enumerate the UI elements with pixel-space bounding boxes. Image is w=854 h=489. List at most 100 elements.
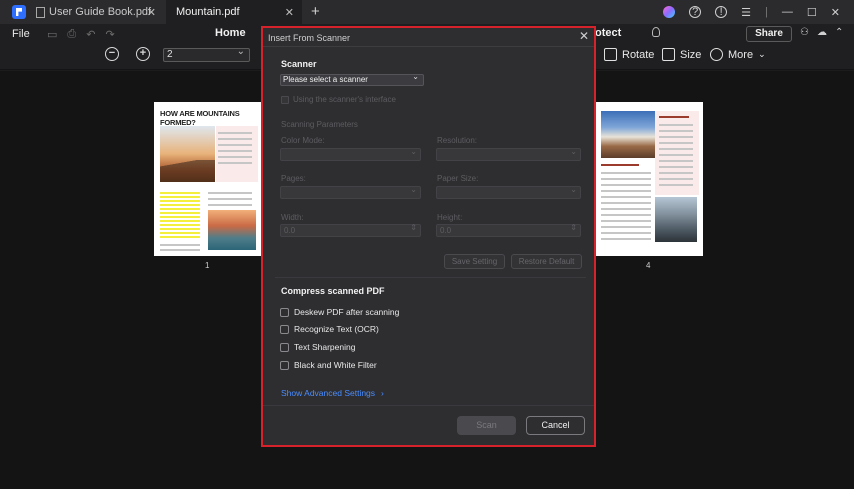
share-button[interactable]: Share bbox=[746, 26, 792, 42]
document-icon bbox=[36, 6, 45, 18]
text-line bbox=[208, 204, 252, 206]
close-tab-icon[interactable]: ✕ bbox=[285, 6, 294, 19]
cloud-icon[interactable]: ☁ bbox=[817, 27, 827, 38]
dialog-title: Insert From Scanner bbox=[268, 33, 351, 43]
text-line bbox=[659, 178, 693, 180]
text-line bbox=[160, 244, 200, 246]
close-window-icon[interactable]: ✕ bbox=[831, 6, 840, 19]
more-label: More bbox=[728, 48, 754, 61]
use-interface-label: Using the scanner's interface bbox=[293, 95, 396, 104]
text-line bbox=[601, 208, 651, 210]
ocr-checkbox[interactable] bbox=[280, 324, 289, 334]
text-line bbox=[659, 130, 693, 132]
text-line bbox=[659, 172, 693, 174]
minimize-icon[interactable]: — bbox=[782, 6, 793, 18]
rotate-icon bbox=[604, 48, 617, 61]
page-thumbnail-1[interactable]: HOW ARE MOUNTAINS FORMED? bbox=[154, 102, 262, 256]
text-line bbox=[208, 198, 252, 200]
deskew-option[interactable]: Deskew PDF after scanning bbox=[280, 307, 399, 317]
width-label: Width: bbox=[281, 213, 304, 222]
notification-icon[interactable]: ! bbox=[715, 6, 728, 18]
more-button[interactable]: More ⌄ bbox=[710, 48, 766, 61]
save-icon[interactable]: ▭ bbox=[47, 28, 57, 41]
app-logo-icon bbox=[12, 5, 26, 19]
scanning-parameters-label: Scanning Parameters bbox=[281, 120, 358, 129]
close-icon[interactable]: ✕ bbox=[579, 29, 589, 43]
scan-button[interactable]: Scan bbox=[457, 416, 516, 435]
collapse-icon[interactable]: ⌃ bbox=[835, 27, 843, 38]
lightbulb-icon[interactable] bbox=[652, 27, 660, 37]
deskew-label: Deskew PDF after scanning bbox=[294, 307, 400, 317]
text-line bbox=[659, 142, 693, 144]
tab-user-guide[interactable]: User Guide Book.pdf ✕ bbox=[26, 0, 164, 24]
text-line bbox=[218, 162, 252, 164]
redo-icon[interactable]: ↷ bbox=[105, 28, 114, 41]
lake-image bbox=[208, 210, 256, 250]
show-advanced-settings-link[interactable]: Show Advanced Settings › bbox=[281, 388, 384, 398]
scanner-section-label: Scanner bbox=[281, 59, 317, 69]
mountain-image bbox=[160, 126, 215, 182]
undo-icon[interactable]: ↶ bbox=[86, 28, 95, 41]
text-line bbox=[601, 214, 651, 216]
menu-icon[interactable]: ☰ bbox=[741, 6, 751, 19]
ocr-option[interactable]: Recognize Text (OCR) bbox=[280, 324, 379, 334]
text-line bbox=[218, 150, 252, 152]
width-field: 0.0 ⇕ bbox=[280, 223, 421, 237]
menu-file[interactable]: File bbox=[12, 28, 30, 40]
bw-filter-option[interactable]: Black and White Filter bbox=[280, 360, 377, 370]
tab-home[interactable]: Home bbox=[215, 27, 246, 39]
advanced-label: Show Advanced Settings bbox=[281, 388, 376, 398]
cancel-button[interactable]: Cancel bbox=[526, 416, 585, 435]
window-controls: ? ! ☰ | — ☐ ✕ bbox=[663, 0, 854, 24]
text-sharpening-option[interactable]: Text Sharpening bbox=[280, 342, 355, 352]
mountain-image bbox=[655, 197, 697, 242]
text-line bbox=[208, 192, 252, 194]
text-line bbox=[601, 184, 651, 186]
heading-line bbox=[659, 116, 689, 118]
title-bar: User Guide Book.pdf ✕ Mountain.pdf ✕ + ?… bbox=[0, 0, 854, 24]
resolution-field: ⌄ bbox=[436, 147, 581, 161]
rotate-button[interactable]: Rotate bbox=[604, 48, 654, 61]
maximize-icon[interactable]: ☐ bbox=[807, 6, 817, 19]
heading-line bbox=[601, 164, 639, 166]
print-icon[interactable]: ⎙ bbox=[67, 28, 76, 41]
rotate-label: Rotate bbox=[622, 48, 655, 61]
text-line bbox=[601, 226, 651, 228]
text-line bbox=[218, 156, 252, 158]
resolution-label: Resolution: bbox=[437, 136, 478, 145]
zoom-out-icon[interactable]: − bbox=[105, 47, 119, 61]
text-line bbox=[601, 238, 651, 240]
close-tab-icon[interactable]: ✕ bbox=[147, 6, 156, 19]
divider bbox=[263, 405, 594, 406]
size-button[interactable]: Size bbox=[662, 48, 701, 61]
tab-protect[interactable]: otect bbox=[595, 27, 621, 39]
insert-from-scanner-dialog: Insert From Scanner ✕ Scanner Please sel… bbox=[261, 26, 596, 447]
text-sharpening-checkbox[interactable] bbox=[280, 342, 289, 352]
height-field: 0.0 ⇕ bbox=[436, 223, 581, 237]
page-title: HOW ARE MOUNTAINS FORMED? bbox=[160, 109, 240, 127]
page-panel bbox=[216, 126, 258, 182]
bw-filter-checkbox[interactable] bbox=[280, 360, 289, 370]
height-value: 0.0 bbox=[440, 226, 452, 235]
page-number-select[interactable]: 2 bbox=[163, 46, 250, 62]
scanner-select[interactable]: Please select a scanner bbox=[280, 72, 424, 86]
use-interface-checkbox bbox=[281, 95, 289, 104]
restore-default-button: Restore Default bbox=[511, 254, 582, 269]
tab-mountain[interactable]: Mountain.pdf ✕ bbox=[166, 0, 302, 24]
quick-access: ▭ ⎙ ↶ ↷ bbox=[47, 28, 115, 41]
users-icon[interactable]: ⚇ bbox=[800, 27, 809, 38]
page-thumbnail-4[interactable] bbox=[595, 102, 703, 256]
color-mode-field: ⌄ bbox=[280, 147, 421, 161]
help-icon[interactable]: ? bbox=[689, 6, 702, 18]
zoom-in-icon[interactable]: + bbox=[136, 47, 150, 61]
tab-label: Mountain.pdf bbox=[176, 6, 240, 18]
avatar[interactable] bbox=[663, 6, 676, 18]
deskew-checkbox[interactable] bbox=[280, 307, 289, 317]
chevron-down-icon: ⌄ bbox=[758, 49, 766, 59]
tab-label: User Guide Book.pdf bbox=[49, 6, 152, 18]
bw-filter-label: Black and White Filter bbox=[294, 360, 377, 370]
divider bbox=[275, 277, 586, 278]
new-tab-icon[interactable]: + bbox=[311, 3, 320, 20]
pages-field: ⌄ bbox=[280, 185, 421, 199]
text-line bbox=[659, 136, 693, 138]
